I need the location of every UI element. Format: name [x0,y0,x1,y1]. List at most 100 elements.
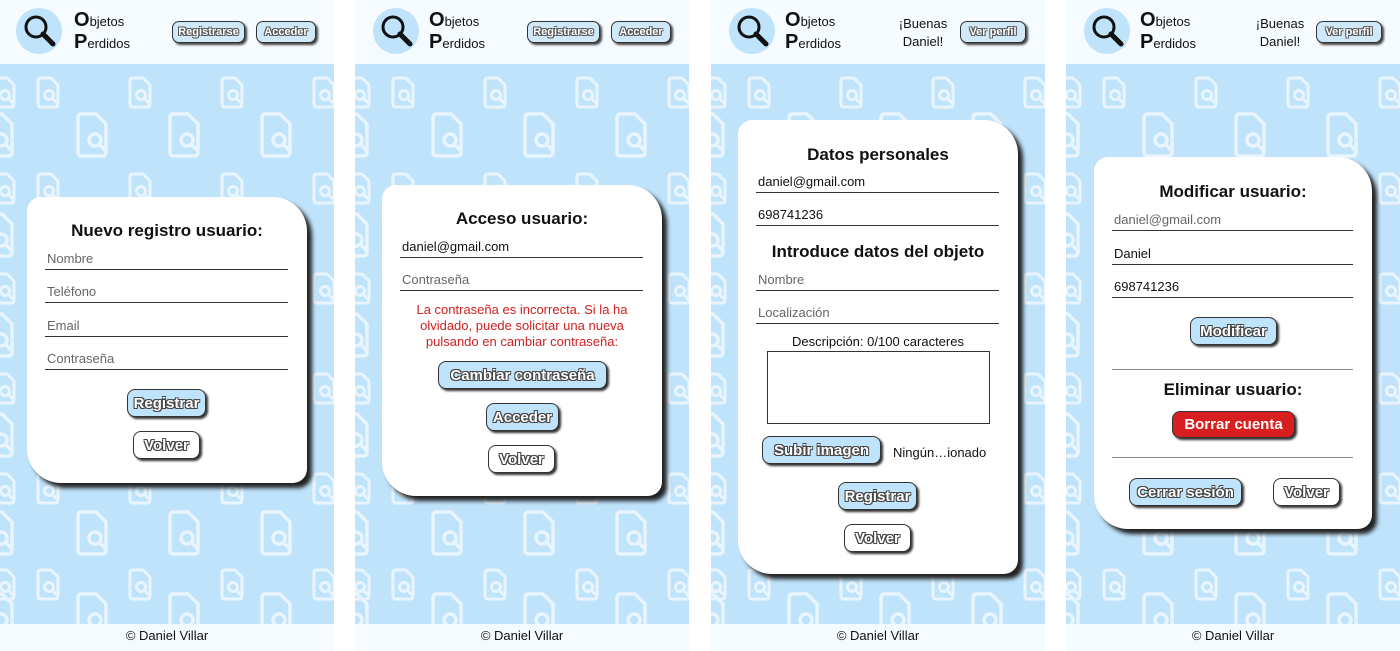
register-nav-button[interactable]: Registrarse [172,21,245,43]
document-search-icon [355,312,369,358]
document-search-icon [220,76,244,109]
document-search-icon [1023,372,1045,405]
footer-copyright: © Daniel Villar [355,624,689,651]
document-search-icon [839,568,863,601]
document-search-icon [128,568,152,601]
divider [1112,369,1353,370]
name-input[interactable]: Daniel [1112,239,1353,265]
document-search-icon [523,510,555,556]
document-search-icon [615,510,647,556]
divider [1112,457,1353,458]
app-header: Objetos Perdidos ¡Buenas Daniel! Ver per… [711,0,1045,64]
delete-user-title: Eliminar usuario: [1163,380,1303,399]
document-search-icon [931,568,955,601]
phone-input[interactable]: 698741236 [1112,272,1353,298]
upload-image-button[interactable]: Subir imagen [762,436,881,464]
password-input[interactable]: Contraseña [400,265,643,291]
email-input[interactable]: daniel@gmail.com [1112,205,1353,231]
login-nav-button[interactable]: Acceder [256,21,316,43]
document-search-icon [312,272,334,305]
modify-user-title: Modificar usuario: [1159,182,1307,201]
document-search-icon [1326,112,1358,158]
document-search-icon [711,312,725,358]
back-button[interactable]: Volver [133,431,200,459]
modify-button[interactable]: Modificar [1190,317,1277,345]
email-input[interactable]: daniel@gmail.com [756,167,999,193]
brand-name: Objetos Perdidos [785,9,841,53]
phone-input[interactable]: 698741236 [756,200,999,226]
description-textarea[interactable] [767,351,990,424]
document-search-icon [312,76,334,109]
object-name-input[interactable]: Nombre [756,265,999,291]
logo-badge[interactable] [729,8,775,54]
document-search-icon [1023,568,1045,601]
back-button[interactable]: Volver [488,445,555,473]
logo-badge[interactable] [16,8,62,54]
document-search-icon [711,112,725,158]
document-search-icon [0,510,14,556]
document-search-icon [168,592,200,624]
document-search-icon [1142,112,1174,158]
document-search-icon [1102,568,1126,601]
document-search-icon [0,472,16,505]
change-password-button[interactable]: Cambiar contraseña [438,361,607,389]
document-search-icon [1023,172,1045,205]
back-button[interactable]: Volver [1273,478,1340,506]
document-search-icon [260,112,292,158]
document-search-icon [36,76,60,109]
document-search-icon [36,568,60,601]
footer-copyright: © Daniel Villar [1066,624,1400,651]
document-search-icon [168,510,200,556]
register-object-button[interactable]: Registrar [838,482,917,510]
login-button[interactable]: Acceder [486,403,559,431]
name-input[interactable]: Nombre [45,244,288,270]
register-button[interactable]: Registrar [127,389,206,417]
document-search-icon [615,112,647,158]
app-header: Objetos Perdidos Registrarse Acceder [0,0,334,64]
profile-card: Modificar usuario: daniel@gmail.com Dani… [1094,157,1372,529]
document-search-icon [355,510,369,556]
document-search-icon [1326,592,1358,624]
logout-button[interactable]: Cerrar sesión [1129,478,1242,506]
location-input[interactable]: Localización [756,298,999,324]
view-profile-button[interactable]: Ver perfil [960,21,1026,43]
register-nav-button[interactable]: Registrarse [527,21,600,43]
email-input[interactable]: Email [45,311,288,337]
document-search-icon [483,76,507,109]
document-search-icon [312,568,334,601]
magnifier-icon [381,15,413,47]
document-search-icon [711,272,727,305]
document-search-icon [0,112,14,158]
document-search-icon [747,76,771,109]
document-search-icon [1378,272,1400,305]
login-nav-button[interactable]: Acceder [611,21,671,43]
document-search-icon [1378,568,1400,601]
document-search-icon [839,76,863,109]
logo-badge[interactable] [373,8,419,54]
document-search-icon [76,592,108,624]
document-search-icon [1066,472,1082,505]
phone-input[interactable]: Teléfono [45,277,288,303]
greeting-text: ¡Buenas Daniel! [898,16,948,49]
document-search-icon [879,592,911,624]
document-search-icon [0,76,16,109]
delete-account-button[interactable]: Borrar cuenta [1172,411,1295,438]
view-profile-button[interactable]: Ver perfil [1316,21,1382,43]
logo-badge[interactable] [1084,8,1130,54]
magnifier-icon [24,15,56,47]
document-search-icon [711,412,725,458]
document-search-icon [431,112,463,158]
email-input[interactable]: daniel@gmail.com [400,232,643,258]
login-card: Acceso usuario: daniel@gmail.com Contras… [382,185,662,496]
register-title: Nuevo registro usuario: [71,221,263,240]
document-search-icon [711,472,727,505]
back-button[interactable]: Volver [844,524,911,552]
document-search-icon [1066,372,1082,405]
document-search-icon [431,592,463,624]
file-status-text: Ningún…ionado [893,445,987,460]
document-search-icon [1286,568,1310,601]
document-search-icon [355,172,371,205]
magnifier-icon [737,15,769,47]
document-search-icon [1378,372,1400,405]
password-input[interactable]: Contraseña [45,344,288,370]
